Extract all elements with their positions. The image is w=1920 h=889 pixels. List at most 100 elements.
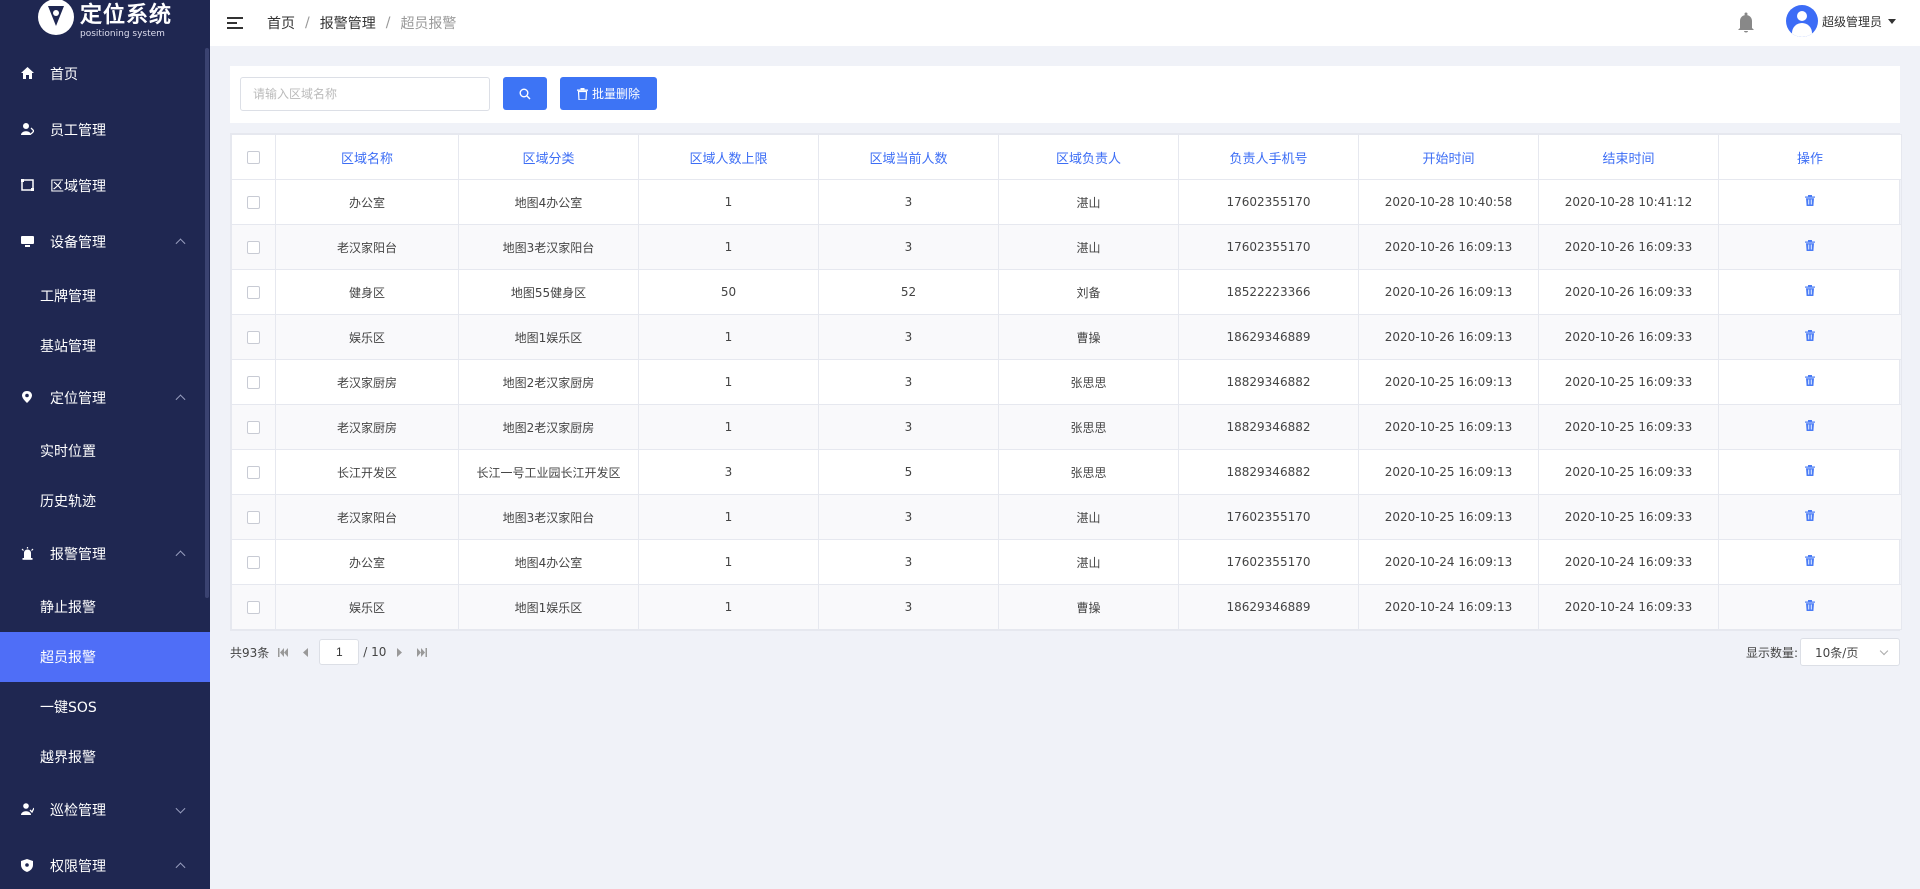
delete-icon[interactable]	[1805, 375, 1815, 389]
sidebar-item-label: 静止报警	[40, 600, 96, 616]
row-checkbox[interactable]	[247, 286, 260, 299]
table-cell: 17602355170	[1178, 539, 1359, 585]
table-cell: 2020-10-24 16:09:33	[1538, 539, 1719, 585]
bell-icon[interactable]	[1736, 12, 1756, 33]
sidebar-item-permission[interactable]: 权限管理	[0, 841, 206, 889]
data-table: 区域名称 区域分类 区域人数上限 区域当前人数 区域负责人 负责人手机号 开始时…	[230, 133, 1902, 631]
area-icon	[20, 179, 34, 193]
row-checkbox[interactable]	[247, 196, 260, 209]
breadcrumb-home[interactable]: 首页	[267, 13, 295, 33]
sidebar-item-label: 设备管理	[50, 235, 106, 251]
sidebar-item-realtime[interactable]: 实时位置	[0, 426, 210, 476]
delete-icon[interactable]	[1805, 600, 1815, 614]
sidebar-item-alarm[interactable]: 报警管理	[0, 529, 206, 579]
table-cell: 地图3老汉家阳台	[458, 494, 639, 540]
sidebar-item-badge[interactable]: 工牌管理	[0, 271, 210, 321]
sidebar-item-history[interactable]: 历史轨迹	[0, 476, 210, 526]
delete-icon[interactable]	[1805, 420, 1815, 434]
table-cell: 湛山	[998, 494, 1179, 540]
row-checkbox[interactable]	[247, 421, 260, 434]
user-name: 超级管理员	[1821, 14, 1882, 29]
table-cell: 地图1娱乐区	[458, 314, 639, 360]
next-page-icon[interactable]	[392, 644, 408, 660]
search-input[interactable]	[240, 77, 490, 111]
delete-icon[interactable]	[1805, 195, 1815, 209]
sidebar-item-patrol[interactable]: 巡检管理	[0, 785, 206, 835]
table-cell: 52	[818, 269, 999, 315]
sidebar-item-device[interactable]: 设备管理	[0, 217, 206, 267]
row-checkbox[interactable]	[247, 331, 260, 344]
row-select-cell	[231, 404, 276, 450]
row-select-cell	[231, 359, 276, 405]
sidebar-item-area[interactable]: 区域管理	[0, 161, 206, 211]
delete-icon[interactable]	[1805, 510, 1815, 524]
row-checkbox[interactable]	[247, 376, 260, 389]
page-size-select[interactable]: 10条/页	[1800, 638, 1900, 666]
sidebar-item-location[interactable]: 定位管理	[0, 373, 206, 423]
row-checkbox[interactable]	[247, 556, 260, 569]
prev-page-icon[interactable]	[297, 644, 313, 660]
table-row: 办公室 地图4办公室 1 3 湛山 17602355170 2020-10-24 16:09…	[231, 539, 1902, 585]
search-button[interactable]	[503, 77, 547, 110]
table-cell: 张思思	[998, 404, 1179, 450]
home-icon	[20, 67, 34, 81]
sidebar-item-sos[interactable]: 一键SOS	[0, 682, 210, 732]
sidebar-item-boundary-alarm[interactable]: 越界报警	[0, 732, 210, 782]
table-cell: 2020-10-26 16:09:13	[1358, 269, 1539, 315]
sidebar-item-label: 员工管理	[50, 123, 106, 139]
table-cell: 2020-10-25 16:09:33	[1538, 404, 1719, 450]
table-cell: 50	[638, 269, 819, 315]
table-cell: 娱乐区	[275, 314, 459, 360]
sidebar-item-employee[interactable]: 员工管理	[0, 105, 206, 155]
row-checkbox[interactable]	[247, 241, 260, 254]
delete-icon[interactable]	[1805, 330, 1815, 344]
column-header: 区域分类	[458, 134, 639, 180]
first-page-icon[interactable]	[275, 644, 291, 660]
table-cell: 3	[818, 314, 999, 360]
table-cell: 1	[638, 179, 819, 225]
select-all-checkbox[interactable]	[247, 150, 260, 164]
breadcrumb-alarm[interactable]: 报警管理	[320, 13, 376, 33]
last-page-icon[interactable]	[414, 644, 430, 660]
table-cell: 5	[818, 449, 999, 495]
sidebar-item-overcrowd-alarm[interactable]: 超员报警	[0, 632, 210, 682]
table-cell: 18629346889	[1178, 584, 1359, 630]
batch-delete-label: 批量删除	[591, 87, 640, 101]
table-row: 办公室 地图4办公室 1 3 湛山 17602355170 2020-10-28 10:40…	[231, 179, 1902, 225]
chevron-up-icon	[175, 550, 186, 561]
table-cell: 2020-10-24 16:09:33	[1538, 584, 1719, 630]
column-header: 区域名称	[275, 134, 459, 180]
column-header: 区域负责人	[998, 134, 1179, 180]
search-card: 批量删除	[230, 66, 1900, 123]
sidebar-item-label: 实时位置	[40, 444, 96, 460]
logo: 定位系统 positioning system	[0, 0, 210, 44]
table-cell: 地图55健身区	[458, 269, 639, 315]
sidebar-item-label: 超员报警	[40, 650, 96, 666]
delete-icon[interactable]	[1805, 240, 1815, 254]
page-number-input[interactable]	[319, 639, 360, 665]
row-checkbox[interactable]	[247, 466, 260, 479]
table-cell: 3	[818, 494, 999, 540]
sidebar-item-label: 历史轨迹	[40, 494, 96, 510]
action-cell	[1718, 269, 1902, 315]
row-checkbox[interactable]	[247, 601, 260, 614]
table-cell: 2020-10-28 10:41:12	[1538, 179, 1719, 225]
delete-icon[interactable]	[1805, 285, 1815, 299]
batch-delete-button[interactable]: 批量删除	[560, 77, 657, 110]
table-cell: 地图2老汉家厨房	[458, 404, 639, 450]
row-checkbox[interactable]	[247, 511, 260, 524]
delete-icon[interactable]	[1805, 465, 1815, 479]
menu-toggle-icon[interactable]	[227, 16, 243, 30]
delete-icon[interactable]	[1805, 555, 1815, 569]
sidebar-item-home[interactable]: 首页	[0, 49, 206, 99]
sidebar-item-static-alarm[interactable]: 静止报警	[0, 582, 210, 632]
table-cell: 2020-10-25 16:09:33	[1538, 449, 1719, 495]
table-row: 老汉家阳台 地图3老汉家阳台 1 3 湛山 17602355170 2020-10-25 1…	[231, 494, 1902, 540]
sidebar-item-base-station[interactable]: 基站管理	[0, 321, 210, 371]
employee-icon	[20, 123, 35, 137]
table-cell: 17602355170	[1178, 224, 1359, 270]
user-menu[interactable]: 超级管理员	[1785, 5, 1896, 37]
row-select-cell	[231, 494, 276, 540]
table-cell: 1	[638, 539, 819, 585]
column-header: 区域当前人数	[818, 134, 999, 180]
